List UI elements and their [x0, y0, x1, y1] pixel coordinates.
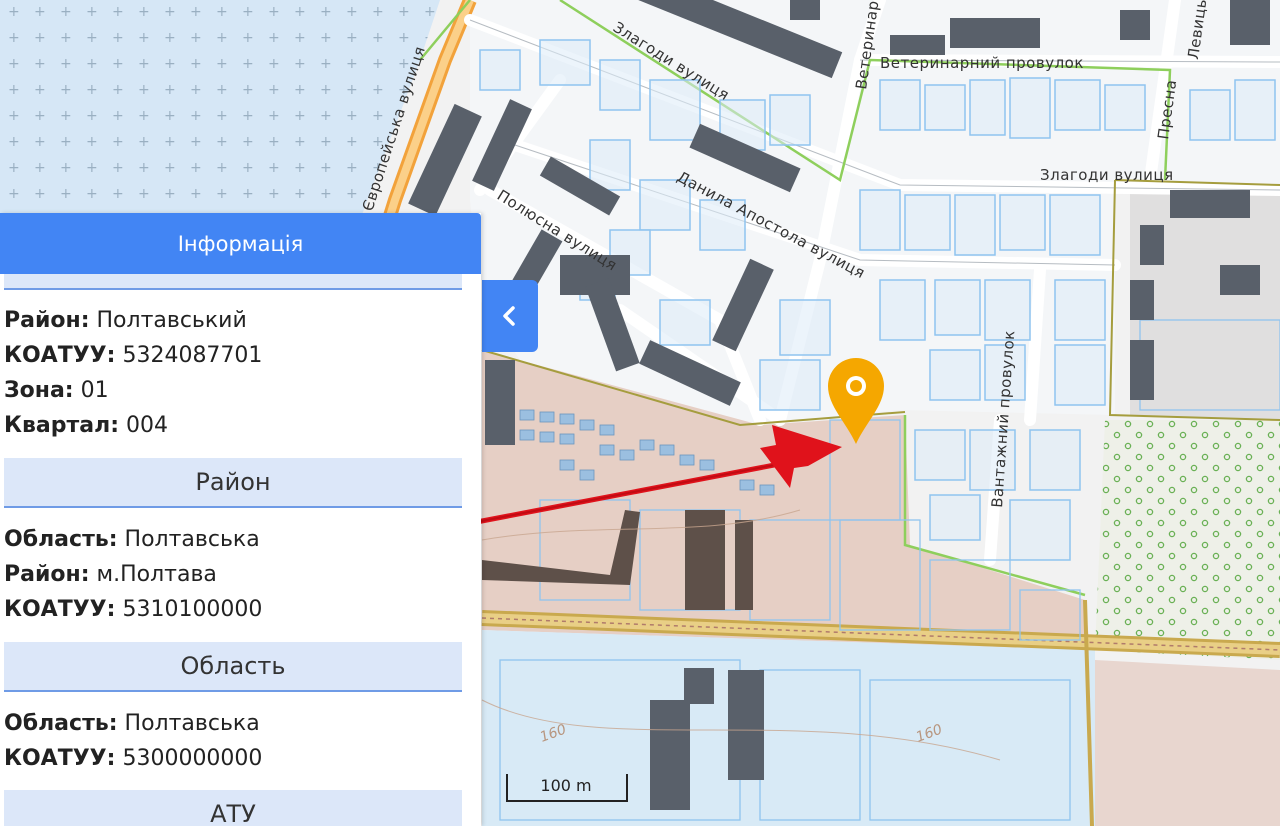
- street-label-veterynarnyi-lane: Ветеринарний провулок: [880, 54, 1084, 72]
- info-row: Район: м.Полтава: [4, 562, 217, 587]
- section-header-district: Район: [4, 458, 462, 508]
- info-panel: Інформація Район: Полтавський КОАТУУ: 53…: [0, 213, 481, 826]
- collapse-panel-button[interactable]: [482, 280, 538, 352]
- info-row: Область: Полтавська: [4, 527, 260, 552]
- section-header-top: [4, 274, 462, 290]
- scale-bar: 100 m: [506, 774, 628, 802]
- info-row: Область: Полтавська: [4, 711, 260, 736]
- section-header-atu: АТУ: [4, 790, 462, 826]
- street-label-zlahody-right: Злагоди вулиця: [1040, 166, 1174, 184]
- info-row: КОАТУУ: 5324087701: [4, 343, 263, 368]
- info-panel-body[interactable]: Район: Полтавський КОАТУУ: 5324087701 Зо…: [0, 274, 481, 826]
- info-row: КОАТУУ: 5310100000: [4, 597, 263, 622]
- chevron-left-icon: [503, 306, 515, 326]
- info-panel-title: Інформація: [0, 213, 481, 274]
- section-header-region: Область: [4, 642, 462, 692]
- info-row: КОАТУУ: 5300000000: [4, 746, 263, 771]
- info-row: Квартал: 004: [4, 413, 169, 438]
- info-row: Район: Полтавський: [4, 308, 247, 333]
- scale-label: 100 m: [540, 776, 592, 795]
- info-row: Зона: 01: [4, 378, 109, 403]
